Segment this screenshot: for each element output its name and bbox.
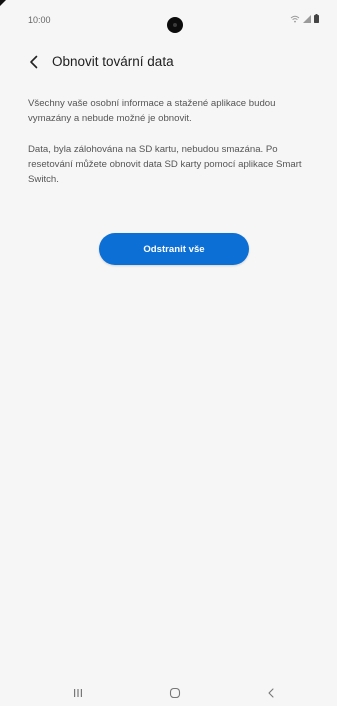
status-icons [290,14,319,23]
chevron-left-icon [30,55,38,69]
sd-card-info-text: Data, byla zálohována na SD kartu, nebud… [28,144,302,185]
home-icon [169,687,181,699]
back-button[interactable] [22,50,46,74]
camera-cutout [167,17,183,33]
app-header: Obnovit tovární data [0,42,337,82]
content: Všechny vaše osobní informace a stažené … [28,96,320,203]
battery-icon [314,14,319,23]
page-title: Obnovit tovární data [52,54,174,69]
status-time: 10:00 [28,15,51,25]
back-icon [268,688,274,698]
warning-text: Všechny vaše osobní informace a stažené … [28,98,276,124]
recent-apps-button[interactable] [66,684,90,702]
nav-back-button[interactable] [259,684,283,702]
delete-all-button[interactable]: Odstranit vše [99,233,249,265]
phone-screen: 10:00 Obnovit tovární data Všechny vaše … [0,0,337,706]
home-button[interactable] [163,684,187,702]
recent-apps-icon [74,689,82,697]
status-bar: 10:00 [0,0,337,36]
navigation-bar [0,680,337,706]
signal-icon [303,14,311,23]
wifi-icon [290,15,300,22]
